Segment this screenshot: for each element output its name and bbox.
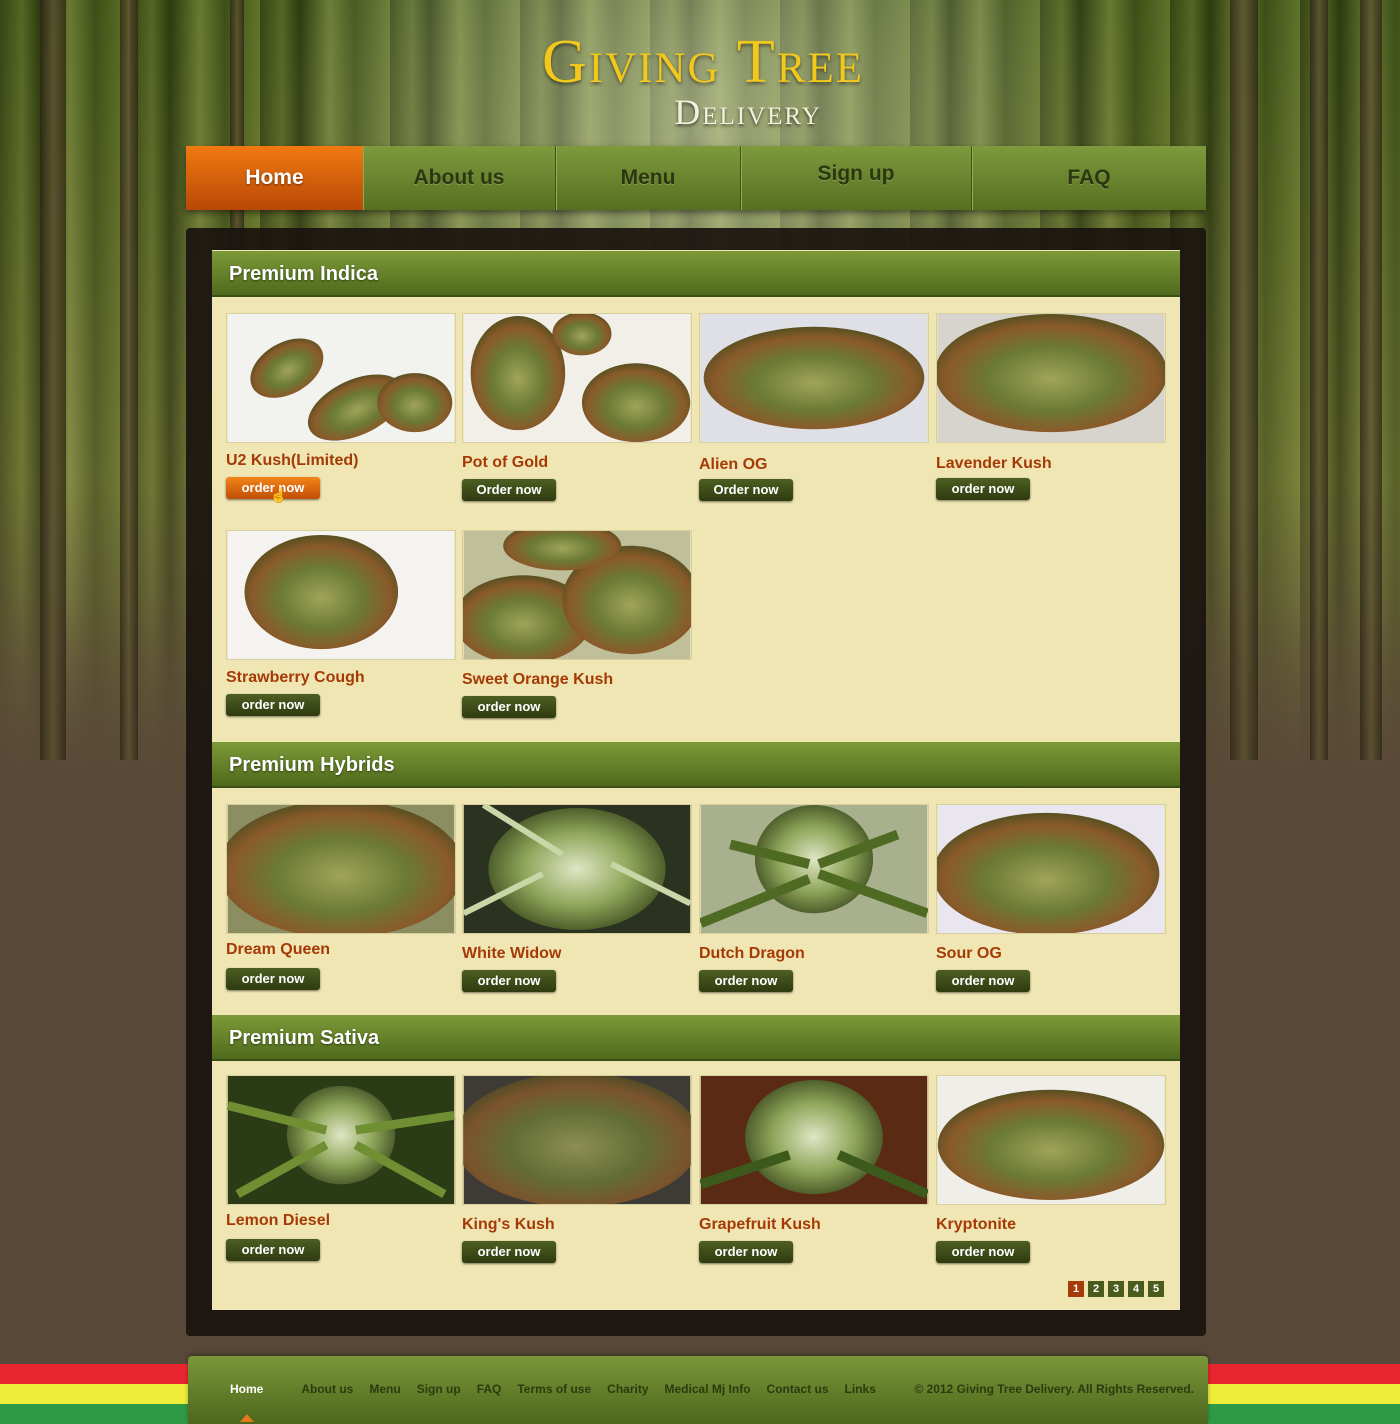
tree-trunk <box>40 0 66 760</box>
bud-thumbnail[interactable] <box>462 1075 692 1205</box>
bud-thumbnail[interactable] <box>226 1075 456 1205</box>
product-name[interactable]: King's Kush <box>462 1215 692 1235</box>
bud-thumbnail[interactable] <box>462 313 692 443</box>
page-3-button[interactable]: 3 <box>1108 1281 1124 1297</box>
order-now-button[interactable]: order now <box>936 1241 1030 1263</box>
nav-about-us[interactable]: About us <box>363 146 556 210</box>
bud-thumbnail[interactable] <box>936 804 1166 934</box>
order-now-button[interactable]: order now <box>699 970 793 992</box>
bud-thumbnail[interactable] <box>226 804 456 934</box>
product-name[interactable]: Pot of Gold <box>462 453 692 473</box>
product-card: King's Kush order now <box>462 1075 692 1263</box>
product-card: Alien OG Order now <box>699 313 929 501</box>
pagination: 1 2 3 4 5 <box>1068 1281 1164 1297</box>
pointer-cursor-icon: ☝ <box>270 487 288 503</box>
product-name[interactable]: White Widow <box>462 944 692 964</box>
nav-home[interactable]: Home <box>186 146 363 210</box>
order-now-button[interactable]: order now <box>936 478 1030 500</box>
footer-link-contact[interactable]: Contact us <box>767 1382 829 1396</box>
bud-thumbnail[interactable] <box>936 1075 1166 1205</box>
product-card: Dream Queen order now <box>226 804 456 990</box>
product-name[interactable]: Strawberry Cough <box>226 668 456 688</box>
product-name[interactable]: Dream Queen <box>226 940 456 960</box>
footer-link-faq[interactable]: FAQ <box>477 1382 502 1396</box>
main-nav: Home About us Menu Sign up FAQ <box>186 146 1206 210</box>
order-now-button[interactable]: order now <box>226 968 320 990</box>
product-card: Pot of Gold Order now <box>462 313 692 501</box>
product-name[interactable]: Lemon Diesel <box>226 1211 456 1231</box>
bud-thumbnail[interactable] <box>462 804 692 934</box>
footer-link-medical-info[interactable]: Medical Mj Info <box>665 1382 751 1396</box>
product-name[interactable]: Alien OG <box>699 455 929 475</box>
page-1-button[interactable]: 1 <box>1068 1281 1084 1297</box>
product-card: Kryptonite order now <box>936 1075 1166 1263</box>
footer-link-home[interactable]: Home <box>230 1382 263 1396</box>
order-now-button[interactable]: order now <box>226 694 320 716</box>
copyright: © 2012 Giving Tree Delivery. All Rights … <box>914 1382 1194 1396</box>
product-card: Lavender Kush order now <box>936 313 1166 500</box>
section-title-sativa: Premium Sativa <box>212 1015 1180 1061</box>
product-name[interactable]: Lavender Kush <box>936 454 1166 474</box>
footer: Home About us Menu Sign up FAQ Terms of … <box>188 1356 1208 1424</box>
product-name[interactable]: Kryptonite <box>936 1215 1166 1235</box>
footer-link-terms[interactable]: Terms of use <box>517 1382 591 1396</box>
order-now-button[interactable]: order now <box>462 970 556 992</box>
order-now-button[interactable]: Order now <box>462 479 556 501</box>
footer-link-charity[interactable]: Charity <box>607 1382 648 1396</box>
bud-thumbnail[interactable] <box>226 313 456 443</box>
product-card: Dutch Dragon order now <box>699 804 929 992</box>
active-caret-icon <box>240 1414 254 1422</box>
logo-subtitle: Delivery <box>674 92 822 132</box>
order-now-button[interactable]: order now <box>226 1239 320 1261</box>
bud-thumbnail[interactable] <box>936 313 1166 443</box>
tree-trunk <box>120 0 138 760</box>
bud-thumbnail[interactable] <box>226 530 456 660</box>
product-name[interactable]: Dutch Dragon <box>699 944 929 964</box>
product-card: U2 Kush(Limited) order now <box>226 313 456 499</box>
page-5-button[interactable]: 5 <box>1148 1281 1164 1297</box>
bud-thumbnail[interactable] <box>699 804 929 934</box>
tree-trunk <box>1360 0 1382 760</box>
tree-trunk <box>1230 0 1258 760</box>
order-now-button[interactable]: order now <box>699 1241 793 1263</box>
product-card: White Widow order now <box>462 804 692 992</box>
footer-link-sign-up[interactable]: Sign up <box>417 1382 461 1396</box>
product-name[interactable]: Sour OG <box>936 944 1166 964</box>
order-now-button[interactable]: order now <box>462 696 556 718</box>
product-card: Sour OG order now <box>936 804 1166 992</box>
section-title-indica: Premium Indica <box>212 251 1180 297</box>
bud-thumbnail[interactable] <box>699 1075 929 1205</box>
logo-title: Giving Tree <box>541 28 865 96</box>
product-card: Strawberry Cough order now <box>226 530 456 716</box>
section-title-hybrids: Premium Hybrids <box>212 742 1180 788</box>
order-now-button[interactable]: order now <box>936 970 1030 992</box>
site-logo[interactable]: Giving Tree Delivery <box>488 30 918 130</box>
nav-faq[interactable]: FAQ <box>972 146 1206 210</box>
tree-trunk <box>1310 0 1328 760</box>
order-now-button[interactable]: order now <box>462 1241 556 1263</box>
footer-link-links[interactable]: Links <box>845 1382 876 1396</box>
footer-link-menu[interactable]: Menu <box>369 1382 400 1396</box>
product-name[interactable]: U2 Kush(Limited) <box>226 451 456 471</box>
footer-nav: Home About us Menu Sign up FAQ Terms of … <box>230 1382 892 1396</box>
page-4-button[interactable]: 4 <box>1128 1281 1144 1297</box>
nav-menu[interactable]: Menu <box>556 146 741 210</box>
product-card: Grapefruit Kush order now <box>699 1075 929 1263</box>
footer-link-about-us[interactable]: About us <box>301 1382 353 1396</box>
product-card: Lemon Diesel order now <box>226 1075 456 1261</box>
product-card: Sweet Orange Kush order now <box>462 530 692 718</box>
page-2-button[interactable]: 2 <box>1088 1281 1104 1297</box>
nav-sign-up[interactable]: Sign up <box>741 146 972 210</box>
bud-thumbnail[interactable] <box>699 313 929 443</box>
order-now-button[interactable]: Order now <box>699 479 793 501</box>
product-name[interactable]: Sweet Orange Kush <box>462 670 692 690</box>
product-name[interactable]: Grapefruit Kush <box>699 1215 929 1235</box>
bud-thumbnail[interactable] <box>462 530 692 660</box>
